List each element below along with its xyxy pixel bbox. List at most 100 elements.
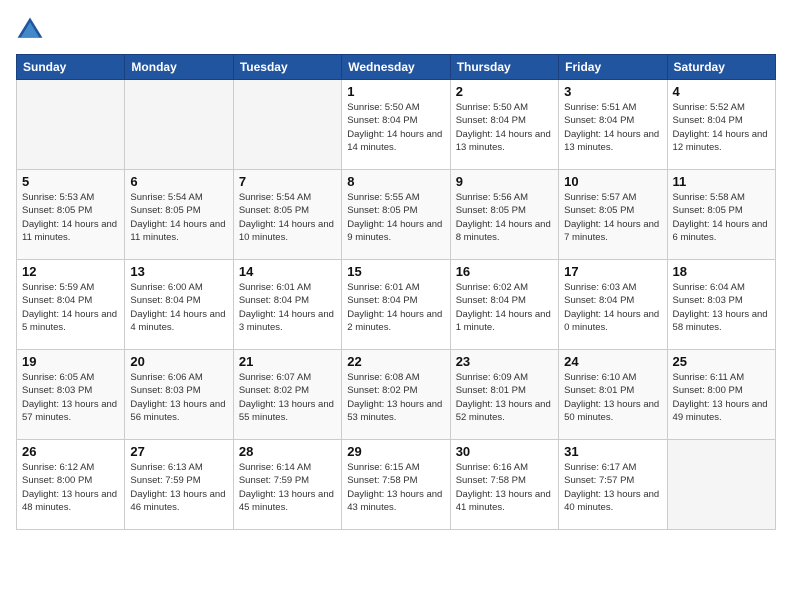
day-info: Sunrise: 6:08 AM Sunset: 8:02 PM Dayligh… xyxy=(347,371,444,424)
calendar-table: SundayMondayTuesdayWednesdayThursdayFrid… xyxy=(16,54,776,530)
calendar-cell xyxy=(233,80,341,170)
day-number: 13 xyxy=(130,264,227,279)
day-info: Sunrise: 6:01 AM Sunset: 8:04 PM Dayligh… xyxy=(347,281,444,334)
calendar-cell: 17Sunrise: 6:03 AM Sunset: 8:04 PM Dayli… xyxy=(559,260,667,350)
day-info: Sunrise: 6:00 AM Sunset: 8:04 PM Dayligh… xyxy=(130,281,227,334)
calendar-cell: 2 Sunrise: 5:50 AM Sunset: 8:04 PM Daylig… xyxy=(450,80,558,170)
day-info: Sunrise: 5:59 AM Sunset: 8:04 PM Dayligh… xyxy=(22,281,119,334)
day-info: Sunrise: 6:10 AM Sunset: 8:01 PM Dayligh… xyxy=(564,371,661,424)
calendar-cell: 1Sunrise: 5:50 AM Sunset: 8:04 PM Daylig… xyxy=(342,80,450,170)
day-info: Sunrise: 6:12 AM Sunset: 8:00 PM Dayligh… xyxy=(22,461,119,514)
calendar-cell: 13 Sunrise: 6:00 AM Sunset: 8:04 PM Dayli… xyxy=(125,260,233,350)
calendar-cell: 23 Sunrise: 6:09 AM Sunset: 8:01 PM Dayli… xyxy=(450,350,558,440)
calendar-cell xyxy=(17,80,125,170)
calendar-cell: 5 Sunrise: 5:53 AM Sunset: 8:05 PM Daylig… xyxy=(17,170,125,260)
calendar-cell: 10 Sunrise: 5:57 AM Sunset: 8:05 PM Dayli… xyxy=(559,170,667,260)
weekday-header-monday: Monday xyxy=(125,55,233,80)
day-info: Sunrise: 5:57 AM Sunset: 8:05 PM Dayligh… xyxy=(564,191,661,244)
calendar-cell: 14Sunrise: 6:01 AM Sunset: 8:04 PM Dayli… xyxy=(233,260,341,350)
day-number: 6 xyxy=(130,174,227,189)
calendar-cell: 31 Sunrise: 6:17 AM Sunset: 7:57 PM Dayli… xyxy=(559,440,667,530)
day-info: Sunrise: 5:54 AM Sunset: 8:05 PM Dayligh… xyxy=(239,191,336,244)
day-info: Sunrise: 5:53 AM Sunset: 8:05 PM Dayligh… xyxy=(22,191,119,244)
day-number: 12 xyxy=(22,264,119,279)
day-number: 28 xyxy=(239,444,336,459)
calendar-cell: 24 Sunrise: 6:10 AM Sunset: 8:01 PM Dayli… xyxy=(559,350,667,440)
day-info: Sunrise: 6:11 AM Sunset: 8:00 PM Dayligh… xyxy=(673,371,770,424)
calendar-cell: 3 Sunrise: 5:51 AM Sunset: 8:04 PM Daylig… xyxy=(559,80,667,170)
weekday-header-row: SundayMondayTuesdayWednesdayThursdayFrid… xyxy=(17,55,776,80)
calendar-cell: 11 Sunrise: 5:58 AM Sunset: 8:05 PM Dayli… xyxy=(667,170,775,260)
day-number: 5 xyxy=(22,174,119,189)
calendar-week-row: 12 Sunrise: 5:59 AM Sunset: 8:04 PM Dayli… xyxy=(17,260,776,350)
day-number: 27 xyxy=(130,444,227,459)
logo xyxy=(16,16,48,44)
calendar-cell: 19 Sunrise: 6:05 AM Sunset: 8:03 PM Dayli… xyxy=(17,350,125,440)
day-info: Sunrise: 5:55 AM Sunset: 8:05 PM Dayligh… xyxy=(347,191,444,244)
day-info: Sunrise: 6:07 AM Sunset: 8:02 PM Dayligh… xyxy=(239,371,336,424)
day-number: 18 xyxy=(673,264,770,279)
calendar-cell: 8 Sunrise: 5:55 AM Sunset: 8:05 PM Daylig… xyxy=(342,170,450,260)
calendar-cell: 21 Sunrise: 6:07 AM Sunset: 8:02 PM Dayli… xyxy=(233,350,341,440)
calendar-week-row: 19 Sunrise: 6:05 AM Sunset: 8:03 PM Dayli… xyxy=(17,350,776,440)
day-info: Sunrise: 6:09 AM Sunset: 8:01 PM Dayligh… xyxy=(456,371,553,424)
calendar-cell: 15 Sunrise: 6:01 AM Sunset: 8:04 PM Dayli… xyxy=(342,260,450,350)
day-number: 2 xyxy=(456,84,553,99)
day-number: 25 xyxy=(673,354,770,369)
weekday-header-wednesday: Wednesday xyxy=(342,55,450,80)
calendar-cell: 6Sunrise: 5:54 AM Sunset: 8:05 PM Daylig… xyxy=(125,170,233,260)
day-number: 1 xyxy=(347,84,444,99)
calendar-cell: 29Sunrise: 6:15 AM Sunset: 7:58 PM Dayli… xyxy=(342,440,450,530)
calendar-cell: 28 Sunrise: 6:14 AM Sunset: 7:59 PM Dayli… xyxy=(233,440,341,530)
day-info: Sunrise: 5:58 AM Sunset: 8:05 PM Dayligh… xyxy=(673,191,770,244)
day-number: 16 xyxy=(456,264,553,279)
day-number: 24 xyxy=(564,354,661,369)
day-number: 10 xyxy=(564,174,661,189)
calendar-cell: 9Sunrise: 5:56 AM Sunset: 8:05 PM Daylig… xyxy=(450,170,558,260)
day-number: 29 xyxy=(347,444,444,459)
day-number: 15 xyxy=(347,264,444,279)
calendar-cell: 22 Sunrise: 6:08 AM Sunset: 8:02 PM Dayli… xyxy=(342,350,450,440)
calendar-cell: 7 Sunrise: 5:54 AM Sunset: 8:05 PM Daylig… xyxy=(233,170,341,260)
day-number: 7 xyxy=(239,174,336,189)
calendar-cell: 26 Sunrise: 6:12 AM Sunset: 8:00 PM Dayli… xyxy=(17,440,125,530)
day-number: 30 xyxy=(456,444,553,459)
day-number: 3 xyxy=(564,84,661,99)
calendar-week-row: 1 Sunrise: 5:50 AM Sunset: 8:04 PM Daylig… xyxy=(17,80,776,170)
calendar-cell: 16Sunrise: 6:02 AM Sunset: 8:04 PM Dayli… xyxy=(450,260,558,350)
day-info: Sunrise: 5:52 AM Sunset: 8:04 PM Dayligh… xyxy=(673,101,770,154)
day-number: 31 xyxy=(564,444,661,459)
day-info: Sunrise: 6:05 AM Sunset: 8:03 PM Dayligh… xyxy=(22,371,119,424)
day-info: Sunrise: 6:14 AM Sunset: 7:59 PM Dayligh… xyxy=(239,461,336,514)
day-number: 8 xyxy=(347,174,444,189)
calendar-cell: 25 Sunrise: 6:11 AM Sunset: 8:00 PM Dayli… xyxy=(667,350,775,440)
day-number: 22 xyxy=(347,354,444,369)
day-info: Sunrise: 6:01 AM Sunset: 8:04 PM Dayligh… xyxy=(239,281,336,334)
day-number: 17 xyxy=(564,264,661,279)
logo-icon xyxy=(16,16,44,44)
calendar-cell xyxy=(125,80,233,170)
day-info: Sunrise: 5:50 AM Sunset: 8:04 PM Dayligh… xyxy=(456,101,553,154)
weekday-header-tuesday: Tuesday xyxy=(233,55,341,80)
day-info: Sunrise: 6:17 AM Sunset: 7:57 PM Dayligh… xyxy=(564,461,661,514)
weekday-header-friday: Friday xyxy=(559,55,667,80)
day-number: 23 xyxy=(456,354,553,369)
day-info: Sunrise: 5:56 AM Sunset: 8:05 PM Dayligh… xyxy=(456,191,553,244)
calendar-cell: 12 Sunrise: 5:59 AM Sunset: 8:04 PM Dayli… xyxy=(17,260,125,350)
day-info: Sunrise: 5:51 AM Sunset: 8:04 PM Dayligh… xyxy=(564,101,661,154)
weekday-header-sunday: Sunday xyxy=(17,55,125,80)
calendar-week-row: 26 Sunrise: 6:12 AM Sunset: 8:00 PM Dayli… xyxy=(17,440,776,530)
day-info: Sunrise: 6:06 AM Sunset: 8:03 PM Dayligh… xyxy=(130,371,227,424)
day-number: 26 xyxy=(22,444,119,459)
calendar-cell: 18Sunrise: 6:04 AM Sunset: 8:03 PM Dayli… xyxy=(667,260,775,350)
calendar-cell xyxy=(667,440,775,530)
calendar-cell: 4 Sunrise: 5:52 AM Sunset: 8:04 PM Daylig… xyxy=(667,80,775,170)
day-number: 4 xyxy=(673,84,770,99)
calendar-cell: 27Sunrise: 6:13 AM Sunset: 7:59 PM Dayli… xyxy=(125,440,233,530)
day-number: 11 xyxy=(673,174,770,189)
day-number: 19 xyxy=(22,354,119,369)
calendar-cell: 20 Sunrise: 6:06 AM Sunset: 8:03 PM Dayli… xyxy=(125,350,233,440)
day-number: 20 xyxy=(130,354,227,369)
day-number: 21 xyxy=(239,354,336,369)
calendar-week-row: 5 Sunrise: 5:53 AM Sunset: 8:05 PM Daylig… xyxy=(17,170,776,260)
